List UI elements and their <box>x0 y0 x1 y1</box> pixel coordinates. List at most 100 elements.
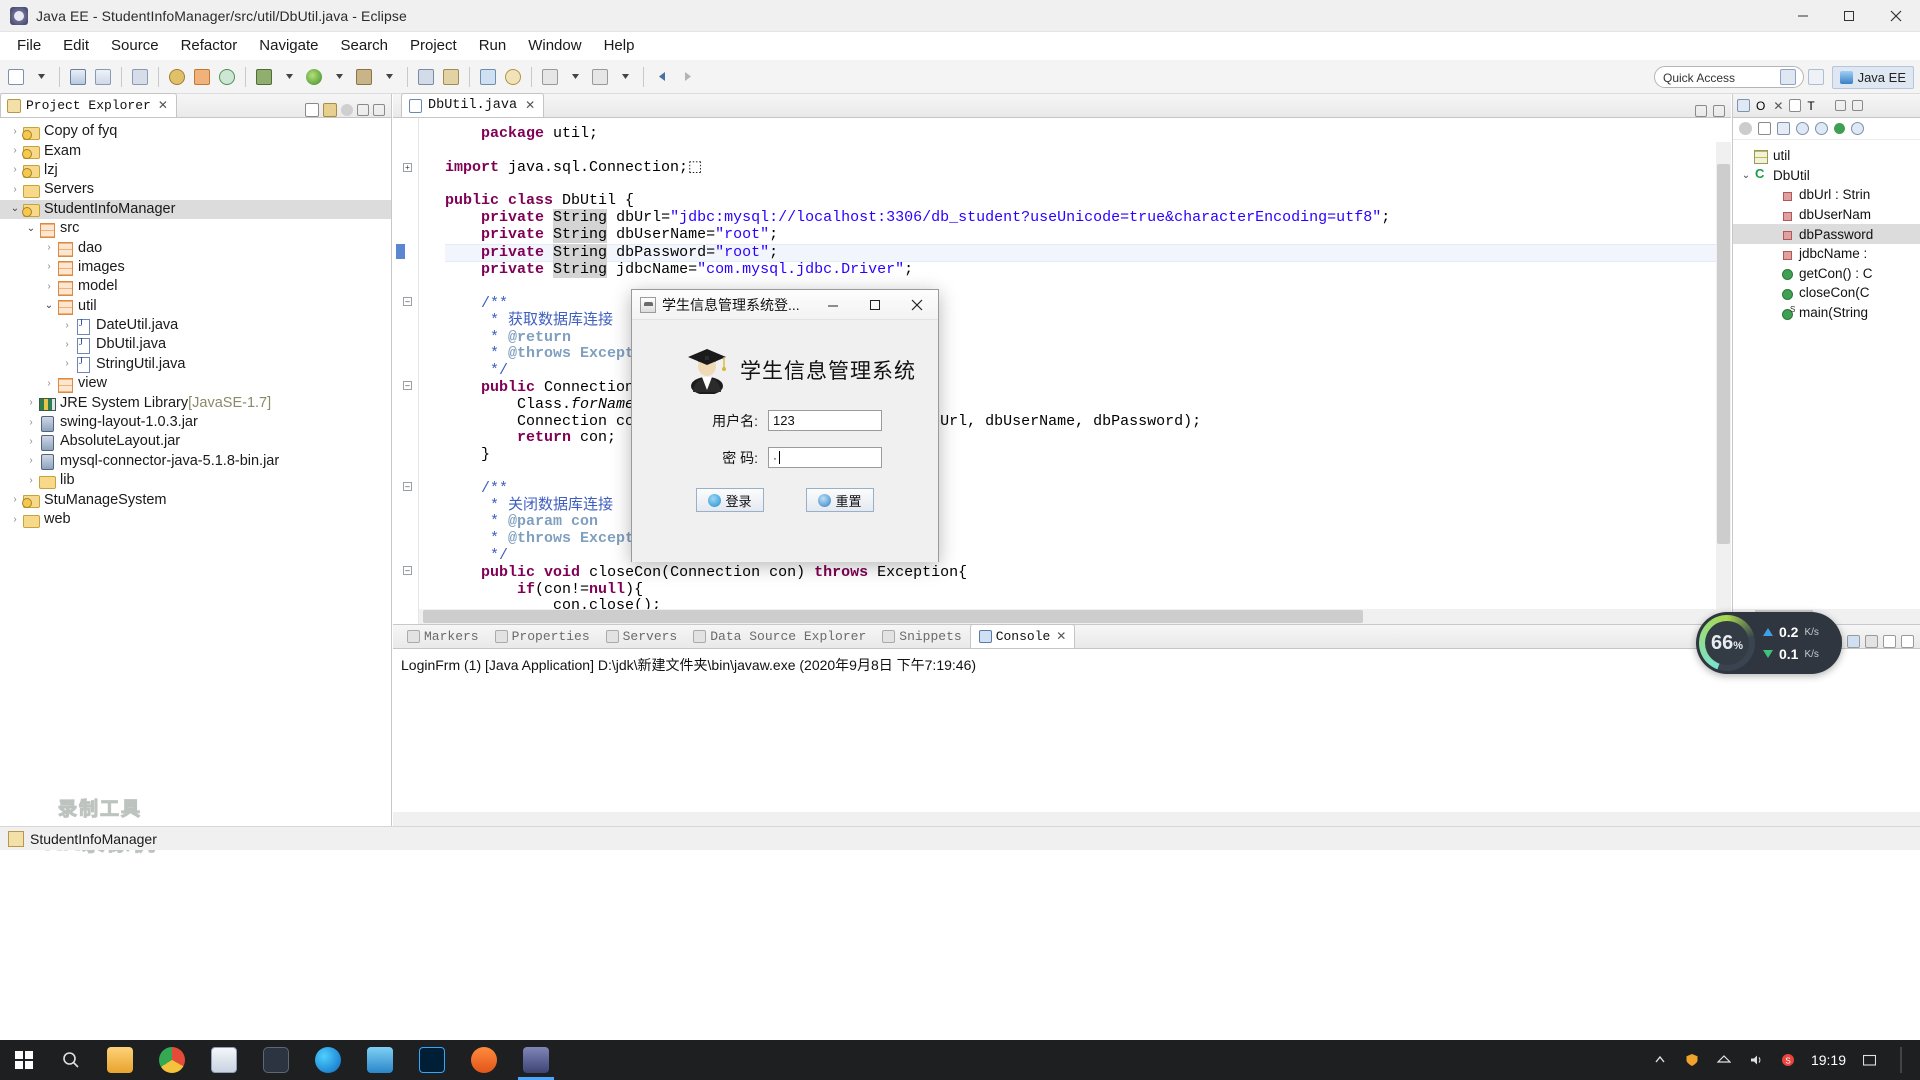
taskbar-clock[interactable]: 19:19 <box>1811 1053 1846 1067</box>
editor-vertical-scroll-thumb[interactable] <box>1717 164 1730 544</box>
chevron-down-icon[interactable]: ⌄ <box>8 204 22 214</box>
outline-item[interactable]: dbPassword <box>1733 224 1920 244</box>
tree-item[interactable]: ›DateUtil.java <box>0 316 391 335</box>
minimize-view-icon[interactable] <box>357 104 369 116</box>
editor-source-code[interactable]: package util; import java.sql.Connection… <box>419 118 1731 624</box>
next-annotation-button[interactable] <box>588 64 612 90</box>
focus-on-active-task-icon[interactable] <box>1739 122 1752 135</box>
menu-help[interactable]: Help <box>593 34 646 58</box>
minimize-button[interactable] <box>1780 0 1826 32</box>
open-perspective-button[interactable] <box>1776 64 1800 90</box>
chevron-right-icon[interactable]: › <box>24 418 38 428</box>
chevron-right-icon[interactable]: › <box>60 359 74 369</box>
prev-dropdown-button[interactable] <box>563 64 587 90</box>
type-hierarchy-icon[interactable] <box>1789 99 1801 112</box>
tree-item[interactable]: ›Copy of fyq <box>0 122 391 141</box>
taskbar-app-chrome[interactable] <box>146 1040 198 1080</box>
new-class-button[interactable] <box>215 64 239 90</box>
password-input[interactable]: · <box>768 447 882 468</box>
debug-button[interactable] <box>252 64 276 90</box>
login-button[interactable]: 登录 <box>696 488 764 512</box>
chevron-right-icon[interactable]: › <box>8 495 22 505</box>
login-maximize-button[interactable] <box>854 290 896 320</box>
taskbar-app-recorder[interactable] <box>458 1040 510 1080</box>
hide-static-icon[interactable] <box>1815 122 1828 135</box>
outline-item[interactable]: closeCon(C <box>1733 283 1920 303</box>
chevron-right-icon[interactable]: › <box>24 476 38 486</box>
editor-code-area[interactable]: +–––– package util; import java.sql.Conn… <box>393 118 1731 624</box>
console-tab-properties[interactable]: Properties <box>487 624 598 648</box>
login-minimize-button[interactable] <box>812 290 854 320</box>
chevron-right-icon[interactable]: › <box>8 515 22 525</box>
run-dropdown-button[interactable] <box>327 64 351 90</box>
chevron-right-icon[interactable]: › <box>8 127 22 137</box>
collapse-all-icon[interactable] <box>305 103 319 117</box>
close-icon[interactable]: ✕ <box>1056 629 1066 644</box>
outline-item[interactable]: jdbcName : <box>1733 244 1920 264</box>
chevron-down-icon[interactable]: ⌄ <box>42 301 56 311</box>
maximize-view-icon[interactable] <box>1901 635 1914 648</box>
sort-icon[interactable] <box>1777 122 1790 135</box>
taskbar-app-camera[interactable] <box>250 1040 302 1080</box>
volume-icon[interactable] <box>1747 1051 1765 1069</box>
login-dialog[interactable]: 学生信息管理系统登... <box>631 289 939 562</box>
tree-item[interactable]: ⌄src <box>0 219 391 238</box>
taskbar-app-photoshop[interactable] <box>406 1040 458 1080</box>
chevron-down-icon[interactable]: ⌄ <box>24 224 38 234</box>
taskbar-app-file-explorer[interactable] <box>94 1040 146 1080</box>
input-method-icon[interactable]: S <box>1779 1051 1797 1069</box>
console-tab-markers[interactable]: Markers <box>399 624 487 648</box>
outline-item[interactable]: dbUrl : Strin <box>1733 185 1920 205</box>
fold-collapse-icon[interactable]: – <box>403 566 412 575</box>
outline-item[interactable]: util <box>1733 146 1920 166</box>
tree-item[interactable]: ›Servers <box>0 180 391 199</box>
menu-project[interactable]: Project <box>399 34 468 58</box>
chevron-right-icon[interactable]: › <box>42 262 56 272</box>
chevron-right-icon[interactable]: › <box>8 185 22 195</box>
chevron-right-icon[interactable]: › <box>24 398 38 408</box>
build-button[interactable] <box>165 64 189 90</box>
start-button[interactable] <box>0 1040 48 1080</box>
close-button[interactable] <box>1872 0 1920 32</box>
fold-collapse-icon[interactable]: – <box>403 482 412 491</box>
taskbar-app-eclipse[interactable] <box>510 1040 562 1080</box>
chevron-right-icon[interactable]: › <box>42 243 56 253</box>
network-icon[interactable] <box>1715 1051 1733 1069</box>
tab-dbutil-java[interactable]: DbUtil.java ✕ <box>401 93 544 117</box>
chevron-right-icon[interactable]: › <box>42 282 56 292</box>
fold-expand-icon[interactable]: + <box>403 163 412 172</box>
console-tab-data-source-explorer[interactable]: Data Source Explorer <box>685 624 874 648</box>
outline-item[interactable]: Smain(String <box>1733 303 1920 323</box>
editor-horizontal-scroll-thumb[interactable] <box>423 610 1363 623</box>
forward-button[interactable] <box>675 64 699 90</box>
chevron-down-icon[interactable]: ⌄ <box>1739 170 1753 181</box>
notification-center-icon[interactable] <box>1860 1051 1878 1069</box>
outline-tree[interactable]: util⌄DbUtildbUrl : StrindbUserNamdbPassw… <box>1733 140 1920 322</box>
show-desktop-icon[interactable] <box>1892 1051 1910 1069</box>
back-button[interactable] <box>650 64 674 90</box>
menu-navigate[interactable]: Navigate <box>248 34 329 58</box>
maximize-editor-icon[interactable] <box>1713 105 1725 117</box>
minimize-view-icon[interactable] <box>1883 635 1896 648</box>
profile-button[interactable] <box>439 64 463 90</box>
menu-refactor[interactable]: Refactor <box>170 34 249 58</box>
menu-edit[interactable]: Edit <box>52 34 100 58</box>
tree-item[interactable]: ›swing-layout-1.0.3.jar <box>0 413 391 432</box>
run-button[interactable] <box>302 64 326 90</box>
tree-item[interactable]: ›StringUtil.java <box>0 355 391 374</box>
outline-item[interactable]: getCon() : C <box>1733 264 1920 284</box>
maximize-button[interactable] <box>1826 0 1872 32</box>
outline-item[interactable]: dbUserNam <box>1733 205 1920 225</box>
hide-local-types-icon[interactable] <box>1851 122 1864 135</box>
tree-item[interactable]: ›DbUtil.java <box>0 335 391 354</box>
chevron-right-icon[interactable]: › <box>60 321 74 331</box>
chevron-right-icon[interactable]: › <box>24 437 38 447</box>
security-shield-icon[interactable] <box>1683 1051 1701 1069</box>
external-dropdown-button[interactable] <box>377 64 401 90</box>
fold-collapse-icon[interactable]: – <box>403 381 412 390</box>
chevron-right-icon[interactable]: › <box>42 379 56 389</box>
perspective-java-ee[interactable]: Java EE <box>1832 66 1914 89</box>
hide-nonpublic-icon[interactable] <box>1834 123 1845 134</box>
search-button[interactable] <box>501 64 525 90</box>
chevron-right-icon[interactable]: › <box>24 456 38 466</box>
